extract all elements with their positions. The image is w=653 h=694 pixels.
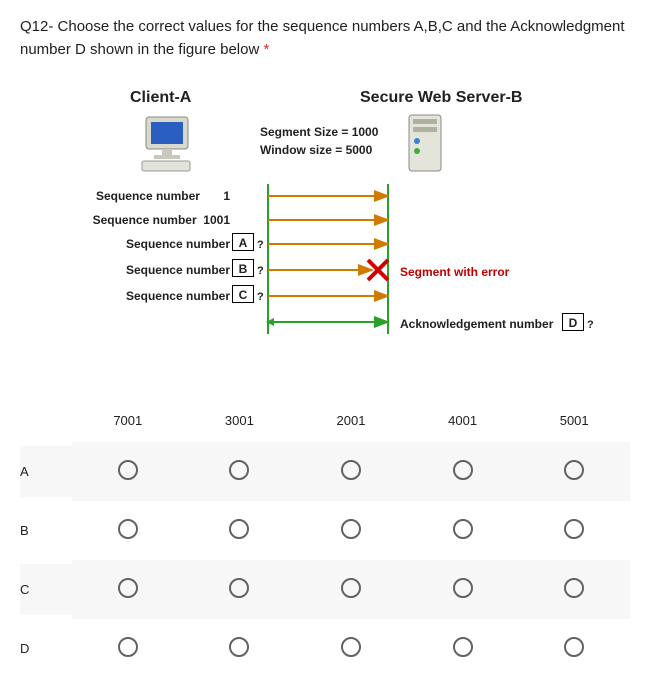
seq-label-3: Sequence number xyxy=(90,237,230,251)
radio-d-5001[interactable] xyxy=(564,637,584,657)
col-header-1: 3001 xyxy=(184,399,296,442)
radio-c-5001[interactable] xyxy=(564,578,584,598)
radio-a-4001[interactable] xyxy=(453,460,473,480)
radio-b-5001[interactable] xyxy=(564,519,584,539)
row-label-b: B xyxy=(20,505,72,556)
question-text: Q12- Choose the correct values for the s… xyxy=(20,16,633,61)
radio-b-4001[interactable] xyxy=(453,519,473,539)
box-a: A xyxy=(232,233,254,251)
radio-c-2001[interactable] xyxy=(341,578,361,598)
server-label: Secure Web Server-B xyxy=(360,89,522,107)
row-label-c: C xyxy=(20,564,72,615)
radio-d-7001[interactable] xyxy=(118,637,138,657)
radio-d-4001[interactable] xyxy=(453,637,473,657)
row-label-a: A xyxy=(20,446,72,497)
seq-label-4: Sequence number xyxy=(90,263,230,277)
segment-error-label: Segment with error xyxy=(400,265,509,279)
radio-b-7001[interactable] xyxy=(118,519,138,539)
col-header-0: 7001 xyxy=(72,399,184,442)
radio-a-2001[interactable] xyxy=(341,460,361,480)
col-header-4: 5001 xyxy=(518,399,630,442)
required-marker: * xyxy=(263,41,269,58)
window-size-label: Window size = 5000 xyxy=(260,141,378,159)
question-prefix: Q12- xyxy=(20,18,58,35)
radio-b-2001[interactable] xyxy=(341,519,361,539)
radio-a-7001[interactable] xyxy=(118,460,138,480)
radio-d-2001[interactable] xyxy=(341,637,361,657)
col-header-3: 4001 xyxy=(407,399,519,442)
radio-b-3001[interactable] xyxy=(229,519,249,539)
radio-c-4001[interactable] xyxy=(453,578,473,598)
question-body: Choose the correct values for the sequen… xyxy=(20,18,625,58)
seq-label-1: Sequence number 1 xyxy=(90,189,230,203)
client-computer-icon xyxy=(140,113,198,173)
radio-a-3001[interactable] xyxy=(229,460,249,480)
box-c: C xyxy=(232,285,254,303)
answer-grid: 7001 3001 2001 4001 5001 A B C D xyxy=(20,399,630,678)
arrows-icon xyxy=(260,184,400,339)
qmark-d: ? xyxy=(587,319,594,331)
box-b: B xyxy=(232,259,254,277)
col-header-2: 2001 xyxy=(295,399,407,442)
box-d: D xyxy=(562,313,584,331)
radio-c-7001[interactable] xyxy=(118,578,138,598)
radio-c-3001[interactable] xyxy=(229,578,249,598)
seq-label-5: Sequence number xyxy=(90,289,230,303)
seq-label-2: Sequence number 1001 xyxy=(90,213,230,227)
segment-size-label: Segment Size = 1000 xyxy=(260,123,378,141)
radio-a-5001[interactable] xyxy=(564,460,584,480)
ack-number-label: Acknowledgement number xyxy=(400,317,553,331)
radio-d-3001[interactable] xyxy=(229,637,249,657)
segment-info: Segment Size = 1000 Window size = 5000 xyxy=(260,123,378,159)
row-label-d: D xyxy=(20,623,72,674)
tcp-diagram: Client-A Secure Web Server-B Segment Siz… xyxy=(60,89,620,379)
client-label: Client-A xyxy=(130,89,191,107)
server-tower-icon xyxy=(405,113,447,175)
